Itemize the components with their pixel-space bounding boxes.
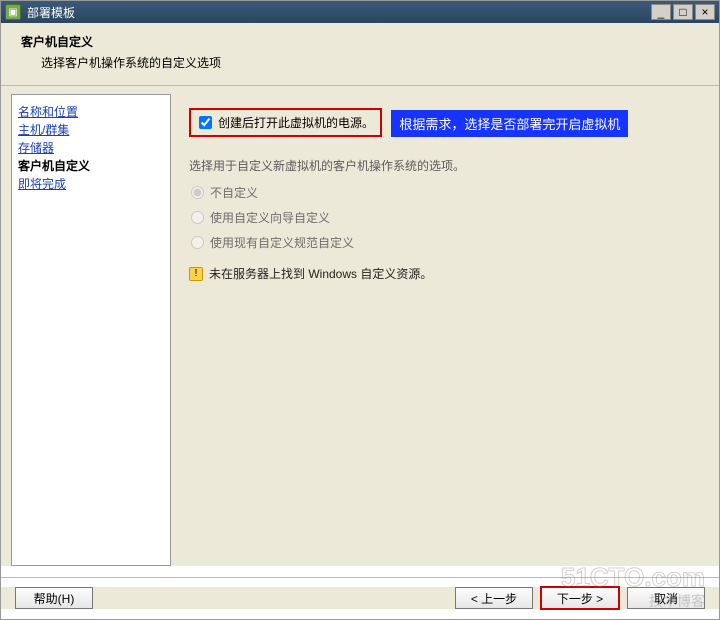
radio-existing-spec-label: 使用现有自定义规范自定义 <box>210 234 354 251</box>
customize-radio-group: 不自定义 使用自定义向导自定义 使用现有自定义规范自定义 <box>189 184 701 251</box>
sidebar-item-host-cluster[interactable]: 主机/群集 <box>18 121 164 139</box>
warning-icon: ! <box>189 267 203 281</box>
maximize-button[interactable]: □ <box>673 4 693 20</box>
power-on-checkbox[interactable] <box>199 116 212 129</box>
help-button[interactable]: 帮助(H) <box>15 587 93 609</box>
radio-no-customize-input[interactable] <box>191 186 204 199</box>
power-on-checkbox-row: 创建后打开此虚拟机的电源。 <box>189 108 382 137</box>
page-subtitle: 选择客户机操作系统的自定义选项 <box>41 54 699 71</box>
sidebar-item-ready-complete[interactable]: 即将完成 <box>18 175 164 193</box>
radio-wizard-customize-label: 使用自定义向导自定义 <box>210 209 330 226</box>
back-button[interactable]: < 上一步 <box>455 587 533 609</box>
sidebar-item-guest-customization: 客户机自定义 <box>18 157 164 175</box>
app-icon: ▣ <box>5 4 21 20</box>
section-description: 选择用于自定义新虚拟机的客户机操作系统的选项。 <box>189 157 701 174</box>
radio-no-customize-label: 不自定义 <box>210 184 258 201</box>
page-title: 客户机自定义 <box>21 33 699 50</box>
close-button[interactable]: × <box>695 4 715 20</box>
wizard-footer: 帮助(H) < 上一步 下一步 > 取消 <box>1 587 719 609</box>
warning-row: ! 未在服务器上找到 Windows 自定义资源。 <box>189 265 701 282</box>
cancel-button[interactable]: 取消 <box>627 587 705 609</box>
titlebar: ▣ 部署模板 _ □ × <box>1 1 719 23</box>
window-title: 部署模板 <box>27 4 75 21</box>
radio-existing-spec[interactable]: 使用现有自定义规范自定义 <box>189 234 701 251</box>
next-button[interactable]: 下一步 > <box>541 587 619 609</box>
sidebar-item-storage[interactable]: 存储器 <box>18 139 164 157</box>
radio-wizard-customize[interactable]: 使用自定义向导自定义 <box>189 209 701 226</box>
main-panel: 创建后打开此虚拟机的电源。 根据需求，选择是否部署完开启虚拟机 选择用于自定义新… <box>171 94 719 566</box>
power-on-checkbox-label: 创建后打开此虚拟机的电源。 <box>218 114 374 131</box>
warning-text: 未在服务器上找到 Windows 自定义资源。 <box>209 265 432 282</box>
radio-wizard-customize-input[interactable] <box>191 211 204 224</box>
radio-existing-spec-input[interactable] <box>191 236 204 249</box>
minimize-button[interactable]: _ <box>651 4 671 20</box>
sidebar-item-name-location[interactable]: 名称和位置 <box>18 103 164 121</box>
wizard-steps-sidebar: 名称和位置 主机/群集 存储器 客户机自定义 即将完成 <box>11 94 171 566</box>
wizard-header: 客户机自定义 选择客户机操作系统的自定义选项 <box>1 23 719 86</box>
annotation-callout: 根据需求，选择是否部署完开启虚拟机 <box>391 110 628 137</box>
radio-no-customize[interactable]: 不自定义 <box>189 184 701 201</box>
